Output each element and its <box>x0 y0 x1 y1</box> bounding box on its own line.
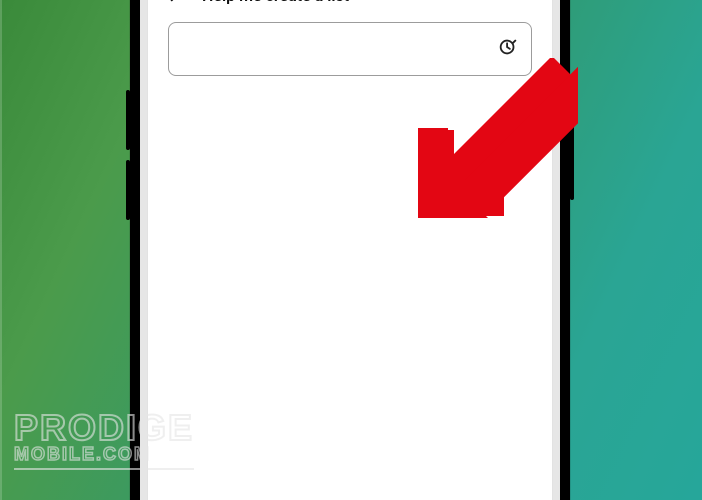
volume-up-button <box>126 90 130 150</box>
volume-down-button <box>126 160 130 220</box>
decorative-edge <box>0 0 2 500</box>
submit-icon[interactable] <box>497 36 519 62</box>
phone-screen: 15:59 <box>140 0 560 500</box>
watermark-line1: PRODIGE <box>14 413 194 444</box>
list-prompt-input-wrap[interactable] <box>168 22 532 76</box>
phone-frame: 15:59 <box>130 0 570 500</box>
magic-wand-icon <box>168 0 190 8</box>
close-icon[interactable]: ✕ <box>517 0 532 6</box>
watermark-rule <box>14 468 194 470</box>
power-button <box>570 110 574 200</box>
list-prompt-input[interactable] <box>183 23 489 75</box>
watermark: PRODIGE MOBILE.COM <box>14 413 194 470</box>
card-title: Help me create a list <box>202 0 349 5</box>
assist-card: Help me create a list ✕ <box>148 0 552 500</box>
card-header: Help me create a list ✕ <box>168 0 532 8</box>
app-area: Help me create a list ✕ <box>140 0 560 500</box>
